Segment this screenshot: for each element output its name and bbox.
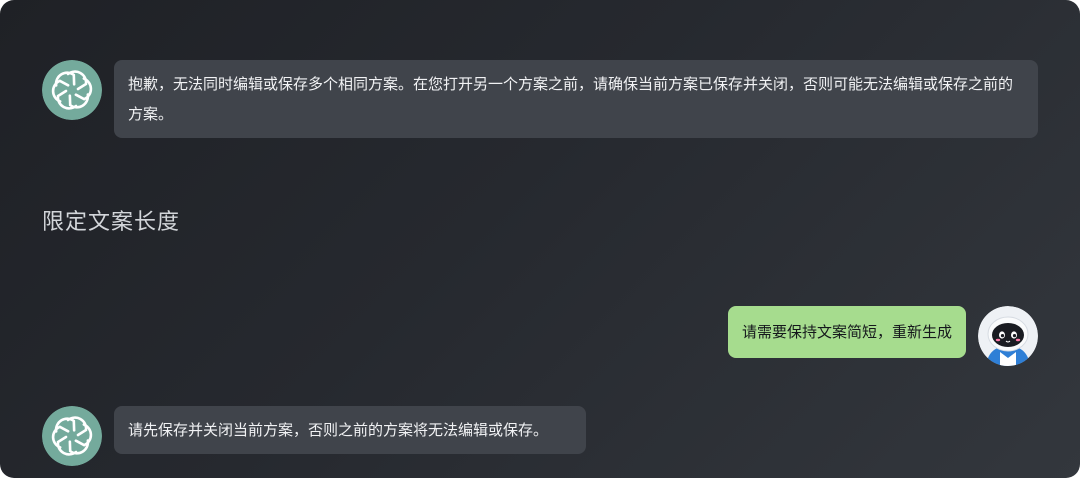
assistant-message: 抱歉，无法同时编辑或保存多个相同方案。在您打开另一个方案之前，请确保当前方案已保… xyxy=(114,60,1038,138)
robot-avatar-icon xyxy=(978,306,1038,366)
user-message-text: 请需要保持文案简短，重新生成 xyxy=(741,323,952,341)
assistant-message: 请先保存并关闭当前方案，否则之前的方案将无法编辑或保存。 xyxy=(114,406,586,454)
chatgpt-logo-icon xyxy=(42,406,102,466)
chat-screen: 抱歉，无法同时编辑或保存多个相同方案。在您打开另一个方案之前，请确保当前方案已保… xyxy=(0,0,1080,478)
user-message: 请需要保持文案简短，重新生成 xyxy=(727,306,966,358)
assistant-message-text: 请先保存并关闭当前方案，否则之前的方案将无法编辑或保存。 xyxy=(128,421,549,439)
chatgpt-logo-icon xyxy=(42,60,102,120)
section-title: 限定文案长度 xyxy=(42,210,181,235)
assistant-message-text: 抱歉，无法同时编辑或保存多个相同方案。在您打开另一个方案之前，请确保当前方案已保… xyxy=(128,75,1014,123)
